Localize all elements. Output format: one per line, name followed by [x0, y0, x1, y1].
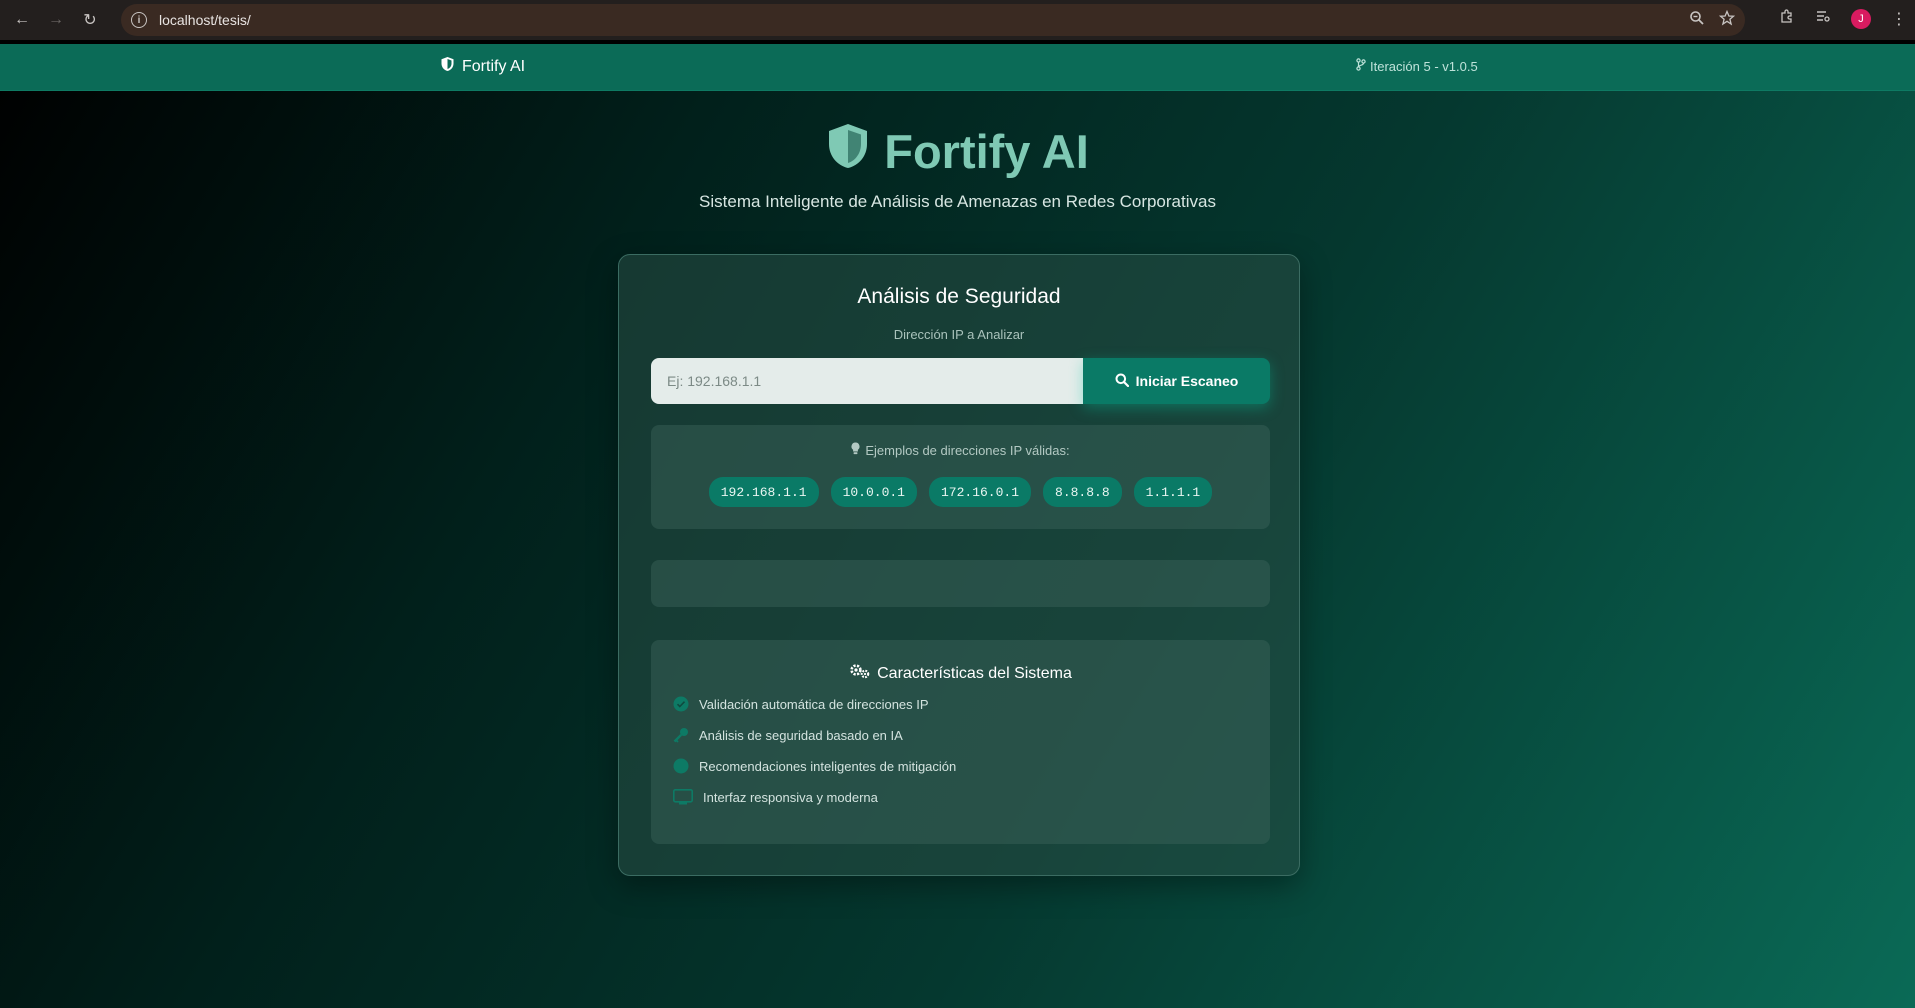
feature-text: Interfaz responsiva y moderna	[703, 789, 878, 805]
features-title-text: Características del Sistema	[877, 664, 1072, 682]
back-icon[interactable]: ←	[10, 8, 34, 32]
examples-label-text: Ejemplos de direcciones IP válidas:	[865, 442, 1070, 458]
hero-title: Fortify AI	[0, 122, 1915, 181]
ip-field-label: Dirección IP a Analizar	[893, 327, 1025, 342]
scan-card: Análisis de Seguridad Dirección IP a Ana…	[618, 254, 1300, 876]
search-icon	[1115, 373, 1129, 390]
hero-subtitle: Sistema Inteligente de Análisis de Amena…	[699, 192, 1216, 211]
version-text: Iteración 5 - v1.0.5	[1370, 58, 1478, 74]
profile-avatar[interactable]: J	[1851, 8, 1871, 29]
lightbulb-icon	[673, 758, 689, 774]
features-panel: Características del Sistema Validación a…	[651, 640, 1270, 844]
ip-examples-panel: Ejemplos de direcciones IP válidas: 192.…	[651, 425, 1270, 529]
version-badge: Iteración 5 - v1.0.5	[1356, 58, 1478, 74]
extensions-icon[interactable]	[1779, 8, 1795, 29]
reload-icon[interactable]: ↻	[78, 8, 102, 32]
start-scan-button[interactable]: Iniciar Escaneo	[1083, 358, 1270, 404]
monitor-icon	[673, 789, 693, 805]
app-background: Fortify AI Iteración 5 - v1.0.5 Fortify …	[0, 44, 1915, 1008]
feature-item: Recomendaciones inteligentes de mitigaci…	[673, 758, 956, 774]
site-info-icon[interactable]: i	[131, 12, 147, 28]
bookmark-star-icon[interactable]	[1718, 9, 1736, 31]
scan-result-area	[651, 560, 1270, 607]
lightbulb-icon	[851, 442, 860, 458]
feature-item: Validación automática de direcciones IP	[673, 696, 929, 712]
navbar-brand-label: Fortify AI	[462, 57, 526, 75]
hero-title-text: Fortify AI	[884, 125, 1089, 178]
ip-example-chip[interactable]: 192.168.1.1	[708, 477, 819, 507]
more-menu-icon[interactable]: ⋮	[1891, 9, 1907, 29]
ip-example-chip[interactable]: 172.16.0.1	[929, 477, 1032, 507]
examples-label: Ejemplos de direcciones IP válidas:	[651, 442, 1270, 458]
feature-text: Validación automática de direcciones IP	[699, 696, 929, 712]
git-branch-icon	[1356, 58, 1366, 74]
zoom-icon[interactable]	[1689, 10, 1705, 31]
ip-example-chip[interactable]: 10.0.0.1	[830, 477, 917, 507]
ip-chip-list: 192.168.1.1 10.0.0.1 172.16.0.1 8.8.8.8 …	[651, 477, 1270, 507]
ip-example-chip[interactable]: 8.8.8.8	[1043, 477, 1122, 507]
ip-example-chip[interactable]: 1.1.1.1	[1133, 477, 1213, 507]
gears-icon	[849, 663, 871, 684]
shield-icon	[826, 122, 870, 181]
address-bar[interactable]: i localhost/tesis/	[121, 4, 1745, 36]
feature-item: Interfaz responsiva y moderna	[673, 789, 878, 805]
feature-item: Análisis de seguridad basado en IA	[673, 727, 903, 743]
top-navbar: Fortify AI Iteración 5 - v1.0.5	[0, 44, 1915, 91]
feature-text: Recomendaciones inteligentes de mitigaci…	[699, 758, 957, 774]
key-icon	[673, 727, 689, 743]
features-title: Características del Sistema	[651, 663, 1270, 684]
browser-toolbar: ← → ↻ i localhost/tesis/ J ⋮	[0, 0, 1915, 40]
card-title: Análisis de Seguridad	[857, 285, 1061, 308]
shield-icon	[440, 56, 455, 77]
ip-input[interactable]	[651, 358, 1083, 404]
url-text: localhost/tesis/	[159, 12, 251, 28]
start-scan-label: Iniciar Escaneo	[1135, 373, 1239, 389]
check-circle-icon	[673, 696, 689, 712]
feature-text: Análisis de seguridad basado en IA	[699, 727, 903, 743]
navbar-brand[interactable]: Fortify AI	[440, 56, 525, 77]
forward-icon[interactable]: →	[44, 8, 68, 32]
media-controls-icon[interactable]	[1815, 8, 1831, 29]
